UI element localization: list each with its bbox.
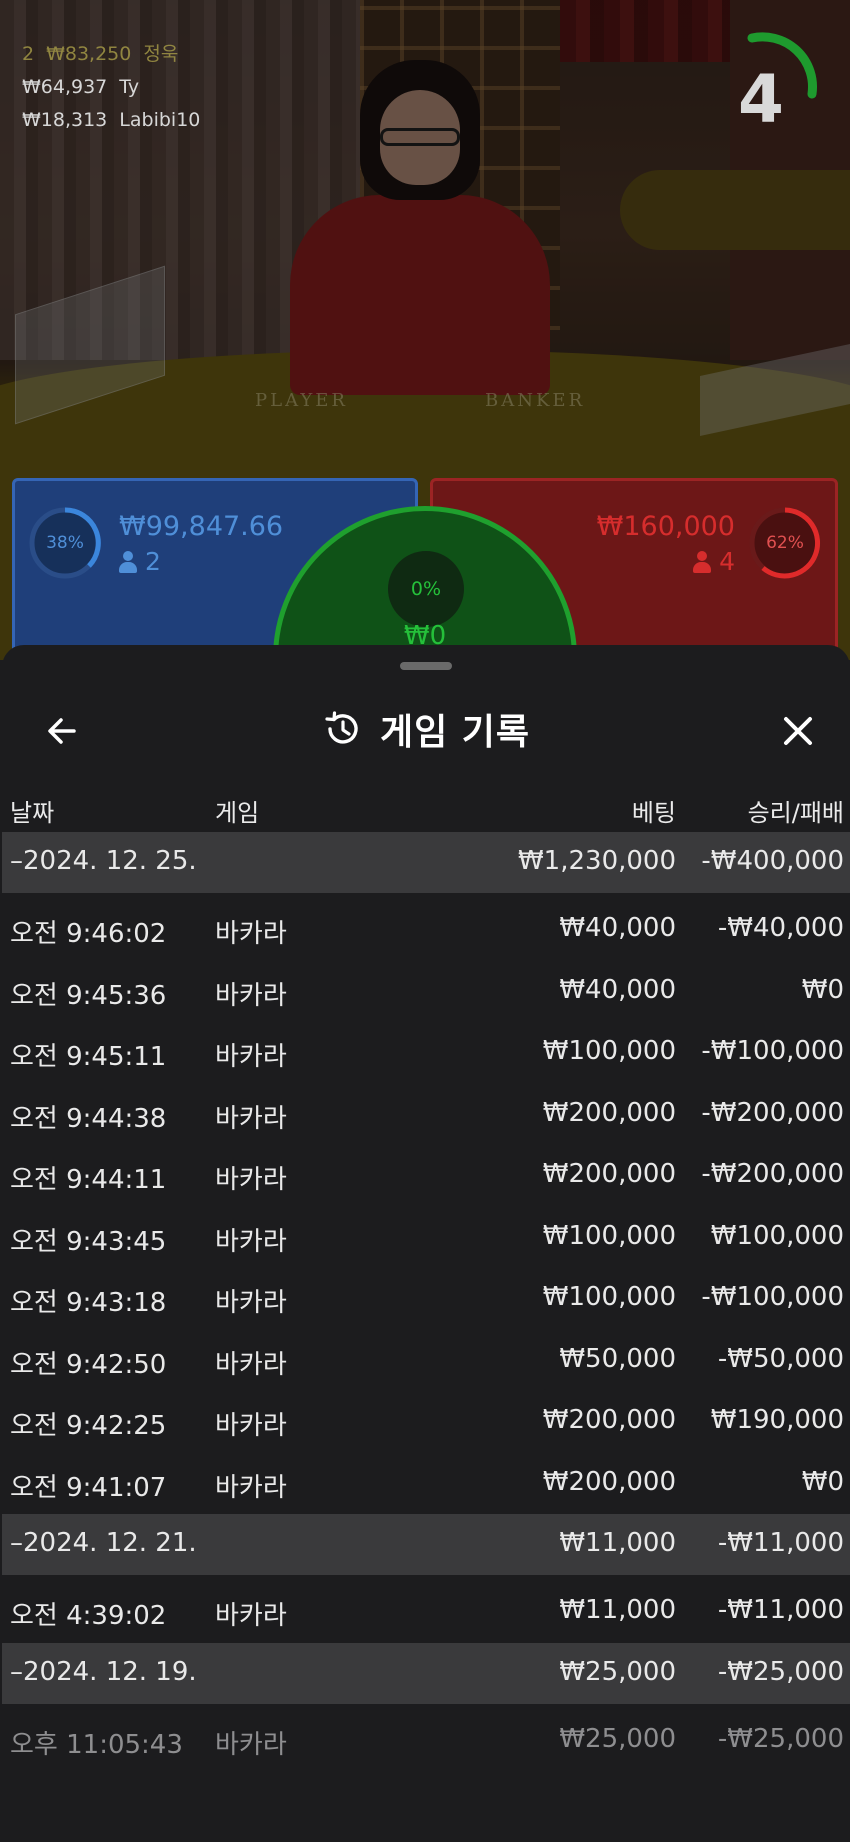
history-list: –2024. 12. 25. ₩1,230,000 -₩400,000 오전 9… [2, 832, 850, 1771]
countdown-number: 4 [738, 61, 784, 138]
history-row[interactable]: 오전 9:44:38 바카라 ₩200,000 -₩200,000 [2, 1084, 850, 1146]
history-row[interactable]: 오전 9:43:45 바카라 ₩100,000 ₩100,000 [2, 1207, 850, 1269]
winner-row: ₩64,937 Ty [22, 76, 140, 98]
winner-row: 2 ₩83,250 정욱 [22, 43, 179, 65]
close-button[interactable] [772, 705, 824, 757]
history-row[interactable]: 오전 9:42:50 바카라 ₩50,000 -₩50,000 [2, 1330, 850, 1392]
history-row[interactable]: 오전 9:45:36 바카라 ₩40,000 ₩0 [2, 961, 850, 1023]
column-game: 게임 [215, 799, 260, 827]
countdown-timer: 4 [712, 30, 822, 140]
history-row[interactable]: 오전 9:44:11 바카라 ₩200,000 -₩200,000 [2, 1145, 850, 1207]
history-row[interactable]: 오전 4:39:02 바카라 ₩11,000 -₩11,000 [2, 1581, 850, 1643]
banker-bet-amount: ₩160,000 [596, 511, 735, 542]
history-row[interactable]: 오전 9:45:11 바카라 ₩100,000 -₩100,000 [2, 1022, 850, 1084]
table-header: 날짜 게임 베팅 승리/패배 [2, 785, 850, 835]
sheet-title: 게임 기록 [379, 712, 530, 753]
history-row[interactable]: 오후 11:05:43 바카라 ₩25,000 -₩25,000 [2, 1710, 850, 1772]
player-bet-amount: ₩99,847.66 [119, 511, 284, 542]
sheet-drag-handle[interactable] [400, 662, 452, 670]
tie-percent: 0% [388, 551, 464, 627]
person-icon [119, 550, 137, 573]
date-group-row[interactable]: –2024. 12. 19. ₩25,000 -₩25,000 [2, 1642, 850, 1704]
winner-row: ₩18,313 Labibi10 [22, 109, 201, 131]
column-bet: 베팅 [631, 799, 676, 827]
date-group-row[interactable]: –2024. 12. 21. ₩11,000 -₩11,000 [2, 1514, 850, 1575]
banker-percent-ring: 62% [747, 505, 823, 581]
sheet-header: 게임 기록 [2, 691, 850, 771]
close-icon [784, 717, 812, 745]
column-date: 날짜 [10, 799, 55, 827]
history-row[interactable]: 오전 9:46:02 바카라 ₩40,000 -₩40,000 [2, 899, 850, 961]
player-percent-ring: 38% [27, 505, 103, 581]
history-row[interactable]: 오전 9:41:07 바카라 ₩200,000 ₩0 [2, 1453, 850, 1515]
banker-bettor-count: 4 [693, 547, 735, 576]
player-bettor-count: 2 [119, 547, 161, 576]
history-row[interactable]: 오전 9:43:18 바카라 ₩100,000 -₩100,000 [2, 1268, 850, 1330]
winners-list: 2 ₩83,250 정욱 ₩64,937 Ty ₩18,313 Labibi10 [22, 38, 200, 137]
date-group-row[interactable]: –2024. 12. 25. ₩1,230,000 -₩400,000 [2, 832, 850, 893]
history-icon [325, 711, 358, 744]
game-history-sheet: 게임 기록 날짜 게임 베팅 승리/패배 –2024. 12. 25. ₩1,2… [2, 645, 850, 1842]
person-icon [693, 550, 712, 573]
column-result: 승리/패배 [747, 799, 844, 827]
history-row[interactable]: 오전 9:42:25 바카라 ₩200,000 ₩190,000 [2, 1391, 850, 1453]
